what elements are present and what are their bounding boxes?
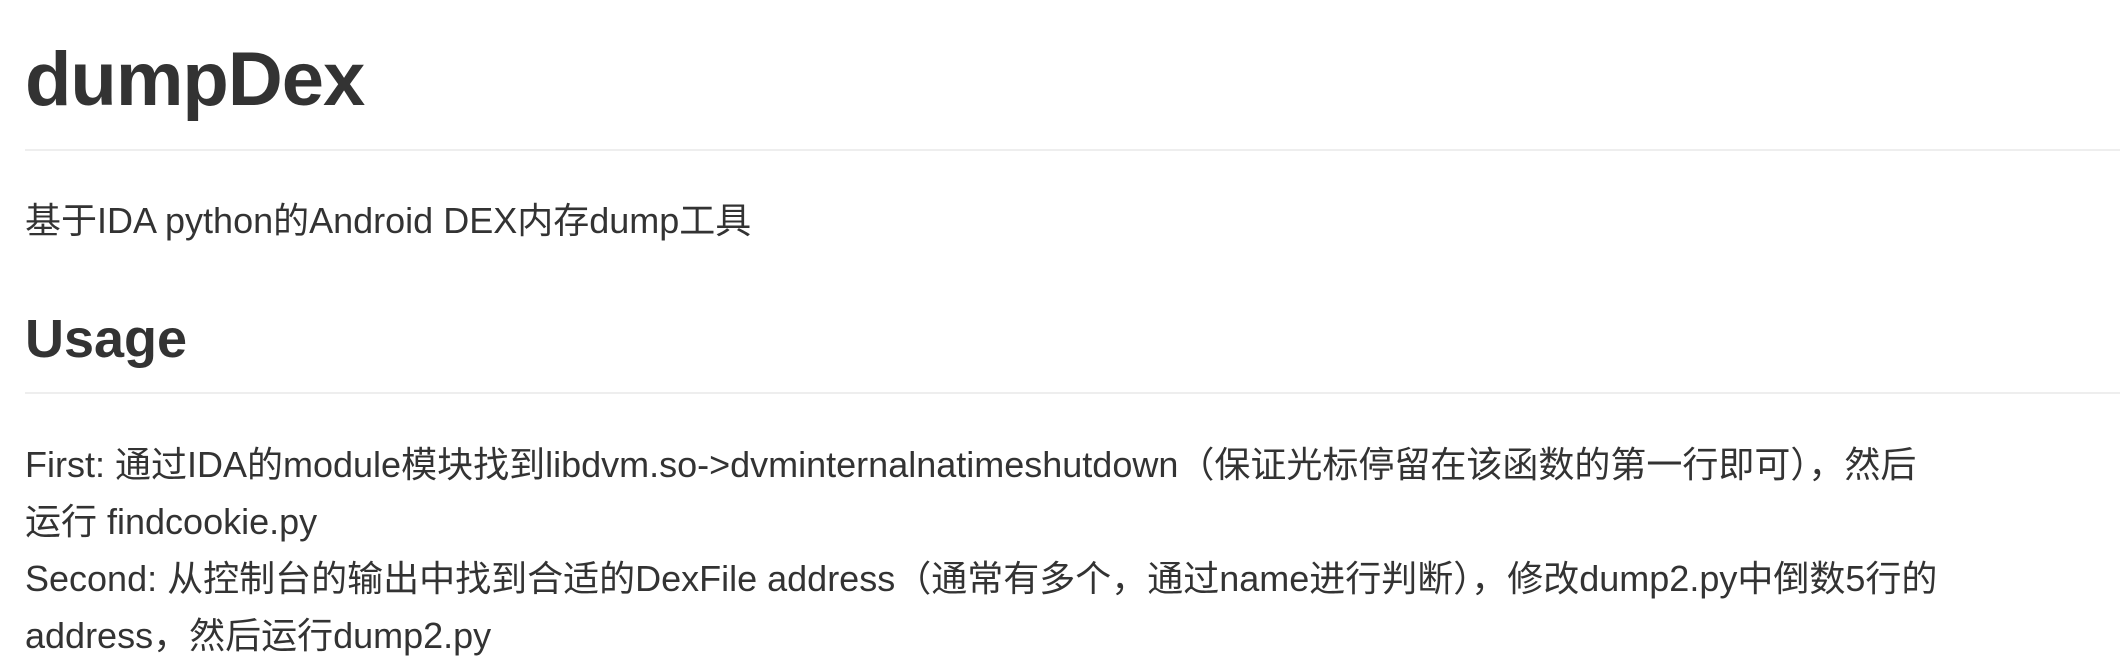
usage-second-line-continued: address，然后运行dump2.py bbox=[25, 615, 492, 656]
usage-first-line-continued: 运行 findcookie.py bbox=[25, 501, 318, 542]
intro-paragraph: 基于IDA python的Android DEX内存dump工具 bbox=[25, 200, 752, 241]
readme-page: dumpDex 基于IDA python的Android DEX内存dump工具… bbox=[0, 0, 2120, 670]
usage-heading: Usage bbox=[25, 309, 188, 369]
usage-first-line: First: 通过IDA的module模块找到libdvm.so->dvmint… bbox=[25, 444, 1917, 485]
usage-divider bbox=[25, 392, 2120, 394]
title-divider bbox=[25, 149, 2120, 151]
usage-second-line: Second: 从控制台的输出中找到合适的DexFile address（通常有… bbox=[25, 558, 1938, 599]
page-title: dumpDex bbox=[25, 37, 365, 122]
